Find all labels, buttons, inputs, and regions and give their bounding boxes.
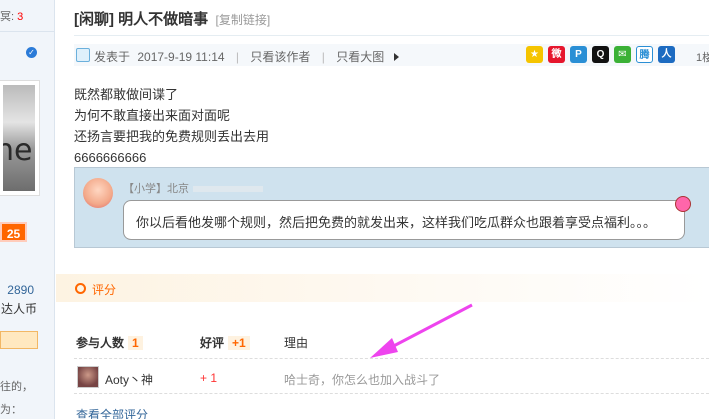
online-status-icon <box>76 48 90 62</box>
wechat-icon[interactable]: ✉ <box>614 46 631 63</box>
participants-header: 参与人数 1 <box>76 334 143 351</box>
left-sidebar: 冥: 3 ✓ ne 25 2890 达人币 往的， 为： <box>0 0 55 419</box>
thread-title-row: [闲聊] 明人不做暗事 [复制链接] <box>74 8 270 29</box>
rating-section-header: 评分 <box>56 274 709 302</box>
thread-title: [闲聊] 明人不做暗事 <box>74 11 209 28</box>
author-avatar[interactable]: ne <box>0 80 40 196</box>
table-divider <box>74 358 709 359</box>
sidebar-top-stat: 冥: 3 <box>0 8 54 24</box>
rater-avatar[interactable] <box>77 366 99 388</box>
sidebar-top-count: 3 <box>17 11 24 23</box>
pengyou-icon[interactable]: P <box>570 46 587 63</box>
post-line: 6666666666 <box>74 150 147 165</box>
sidebar-top-label: 冥: <box>0 11 15 23</box>
author-avatar-image: ne <box>3 85 35 191</box>
posted-label: 发表于 <box>94 50 131 64</box>
title-divider <box>74 35 709 36</box>
rater-score: + 1 <box>200 371 218 385</box>
post-main: [闲聊] 明人不做暗事 [复制链接] 发表于 2017-9-19 11:14 |… <box>56 0 709 419</box>
chat-username-text: 【小学】北京 <box>123 183 189 195</box>
share-toolbar: ★ 微 P Q ✉ 腾 人 <box>526 46 675 63</box>
bubble-decoration-icon <box>675 196 691 212</box>
medal-icon[interactable]: ✓ <box>26 47 37 58</box>
weibo-icon[interactable]: 微 <box>548 46 565 63</box>
participants-label: 参与人数 <box>76 336 125 350</box>
rating-label: 评分 <box>92 283 117 297</box>
reason-header: 理由 <box>284 336 309 350</box>
sidebar-text-1: 往的， <box>0 381 33 393</box>
posted-time: 2017-9-19 11:14 <box>137 50 225 64</box>
sidebar-stat-value[interactable]: 2890 <box>7 283 34 297</box>
big-image-link[interactable]: 只看大图 <box>336 50 384 64</box>
post-meta-bar: 发表于 2017-9-19 11:14 | 只看该作者 | 只看大图 ★ 微 P… <box>74 44 709 66</box>
table-divider <box>74 393 709 394</box>
sidebar-divider <box>0 31 54 32</box>
sidebar-action-button[interactable] <box>0 331 38 349</box>
participants-count: 1 <box>128 336 143 350</box>
level-badge: 25 <box>0 222 27 242</box>
qzone-icon[interactable]: ★ <box>526 46 543 63</box>
renren-icon[interactable]: 人 <box>658 46 675 63</box>
tencent-weibo-icon[interactable]: 腾 <box>636 46 653 63</box>
qq-icon[interactable]: Q <box>592 46 609 63</box>
table-row: Aoty丶神 + 1 哈士奇，你怎么也加入战斗了 <box>74 366 709 390</box>
rating-table-header: 参与人数 1 好评 +1 理由 <box>74 334 709 358</box>
meta-separator: | <box>235 50 240 64</box>
post-line: 既然都敢做间谍了 <box>74 87 179 102</box>
chat-screenshot-image: 【小学】北京 你以后看他发哪个规则，然后把免费的就发出来，这样我们吃瓜群众也跟着… <box>74 167 709 248</box>
post-content: 既然都敢做间谍了 为何不敢直接出来面对面呢 还扬言要把我的免费规则丢出去用 66… <box>74 84 269 168</box>
author-only-link[interactable]: 只看该作者 <box>250 50 310 64</box>
rater-name[interactable]: Aoty丶神 <box>105 371 153 388</box>
chat-bubble: 你以后看他发哪个规则，然后把免费的就发出来，这样我们吃瓜群众也跟着享受点福利。。… <box>123 200 685 240</box>
chat-username: 【小学】北京 <box>123 180 263 196</box>
good-label: 好评 <box>200 336 225 350</box>
sidebar-text-2: 为： <box>0 404 22 416</box>
copy-link-button[interactable]: [复制链接] <box>216 13 271 27</box>
circle-icon <box>75 283 86 294</box>
view-all-ratings-link[interactable]: 查看全部评分 <box>76 406 148 419</box>
play-arrow-icon[interactable] <box>393 53 399 61</box>
floor-number[interactable]: 1楼 <box>696 49 709 65</box>
rater-reason: 哈士奇，你怎么也加入战斗了 <box>284 373 441 387</box>
post-line: 为何不敢直接出来面对面呢 <box>74 108 231 123</box>
sidebar-stat-unit: 达人币 <box>0 302 37 316</box>
blurred-name <box>193 186 263 193</box>
baby-avatar-icon <box>83 178 113 208</box>
avatar-image-text: ne <box>3 133 33 168</box>
good-header: 好评 +1 <box>200 334 250 351</box>
post-line: 还扬言要把我的免费规则丢出去用 <box>74 129 270 144</box>
good-count: +1 <box>228 336 250 350</box>
chat-message: 你以后看他发哪个规则，然后把免费的就发出来，这样我们吃瓜群众也跟着享受点福利。。… <box>136 215 657 230</box>
post-meta: 发表于 2017-9-19 11:14 | 只看该作者 | 只看大图 <box>94 48 399 65</box>
meta-separator: | <box>321 50 325 64</box>
